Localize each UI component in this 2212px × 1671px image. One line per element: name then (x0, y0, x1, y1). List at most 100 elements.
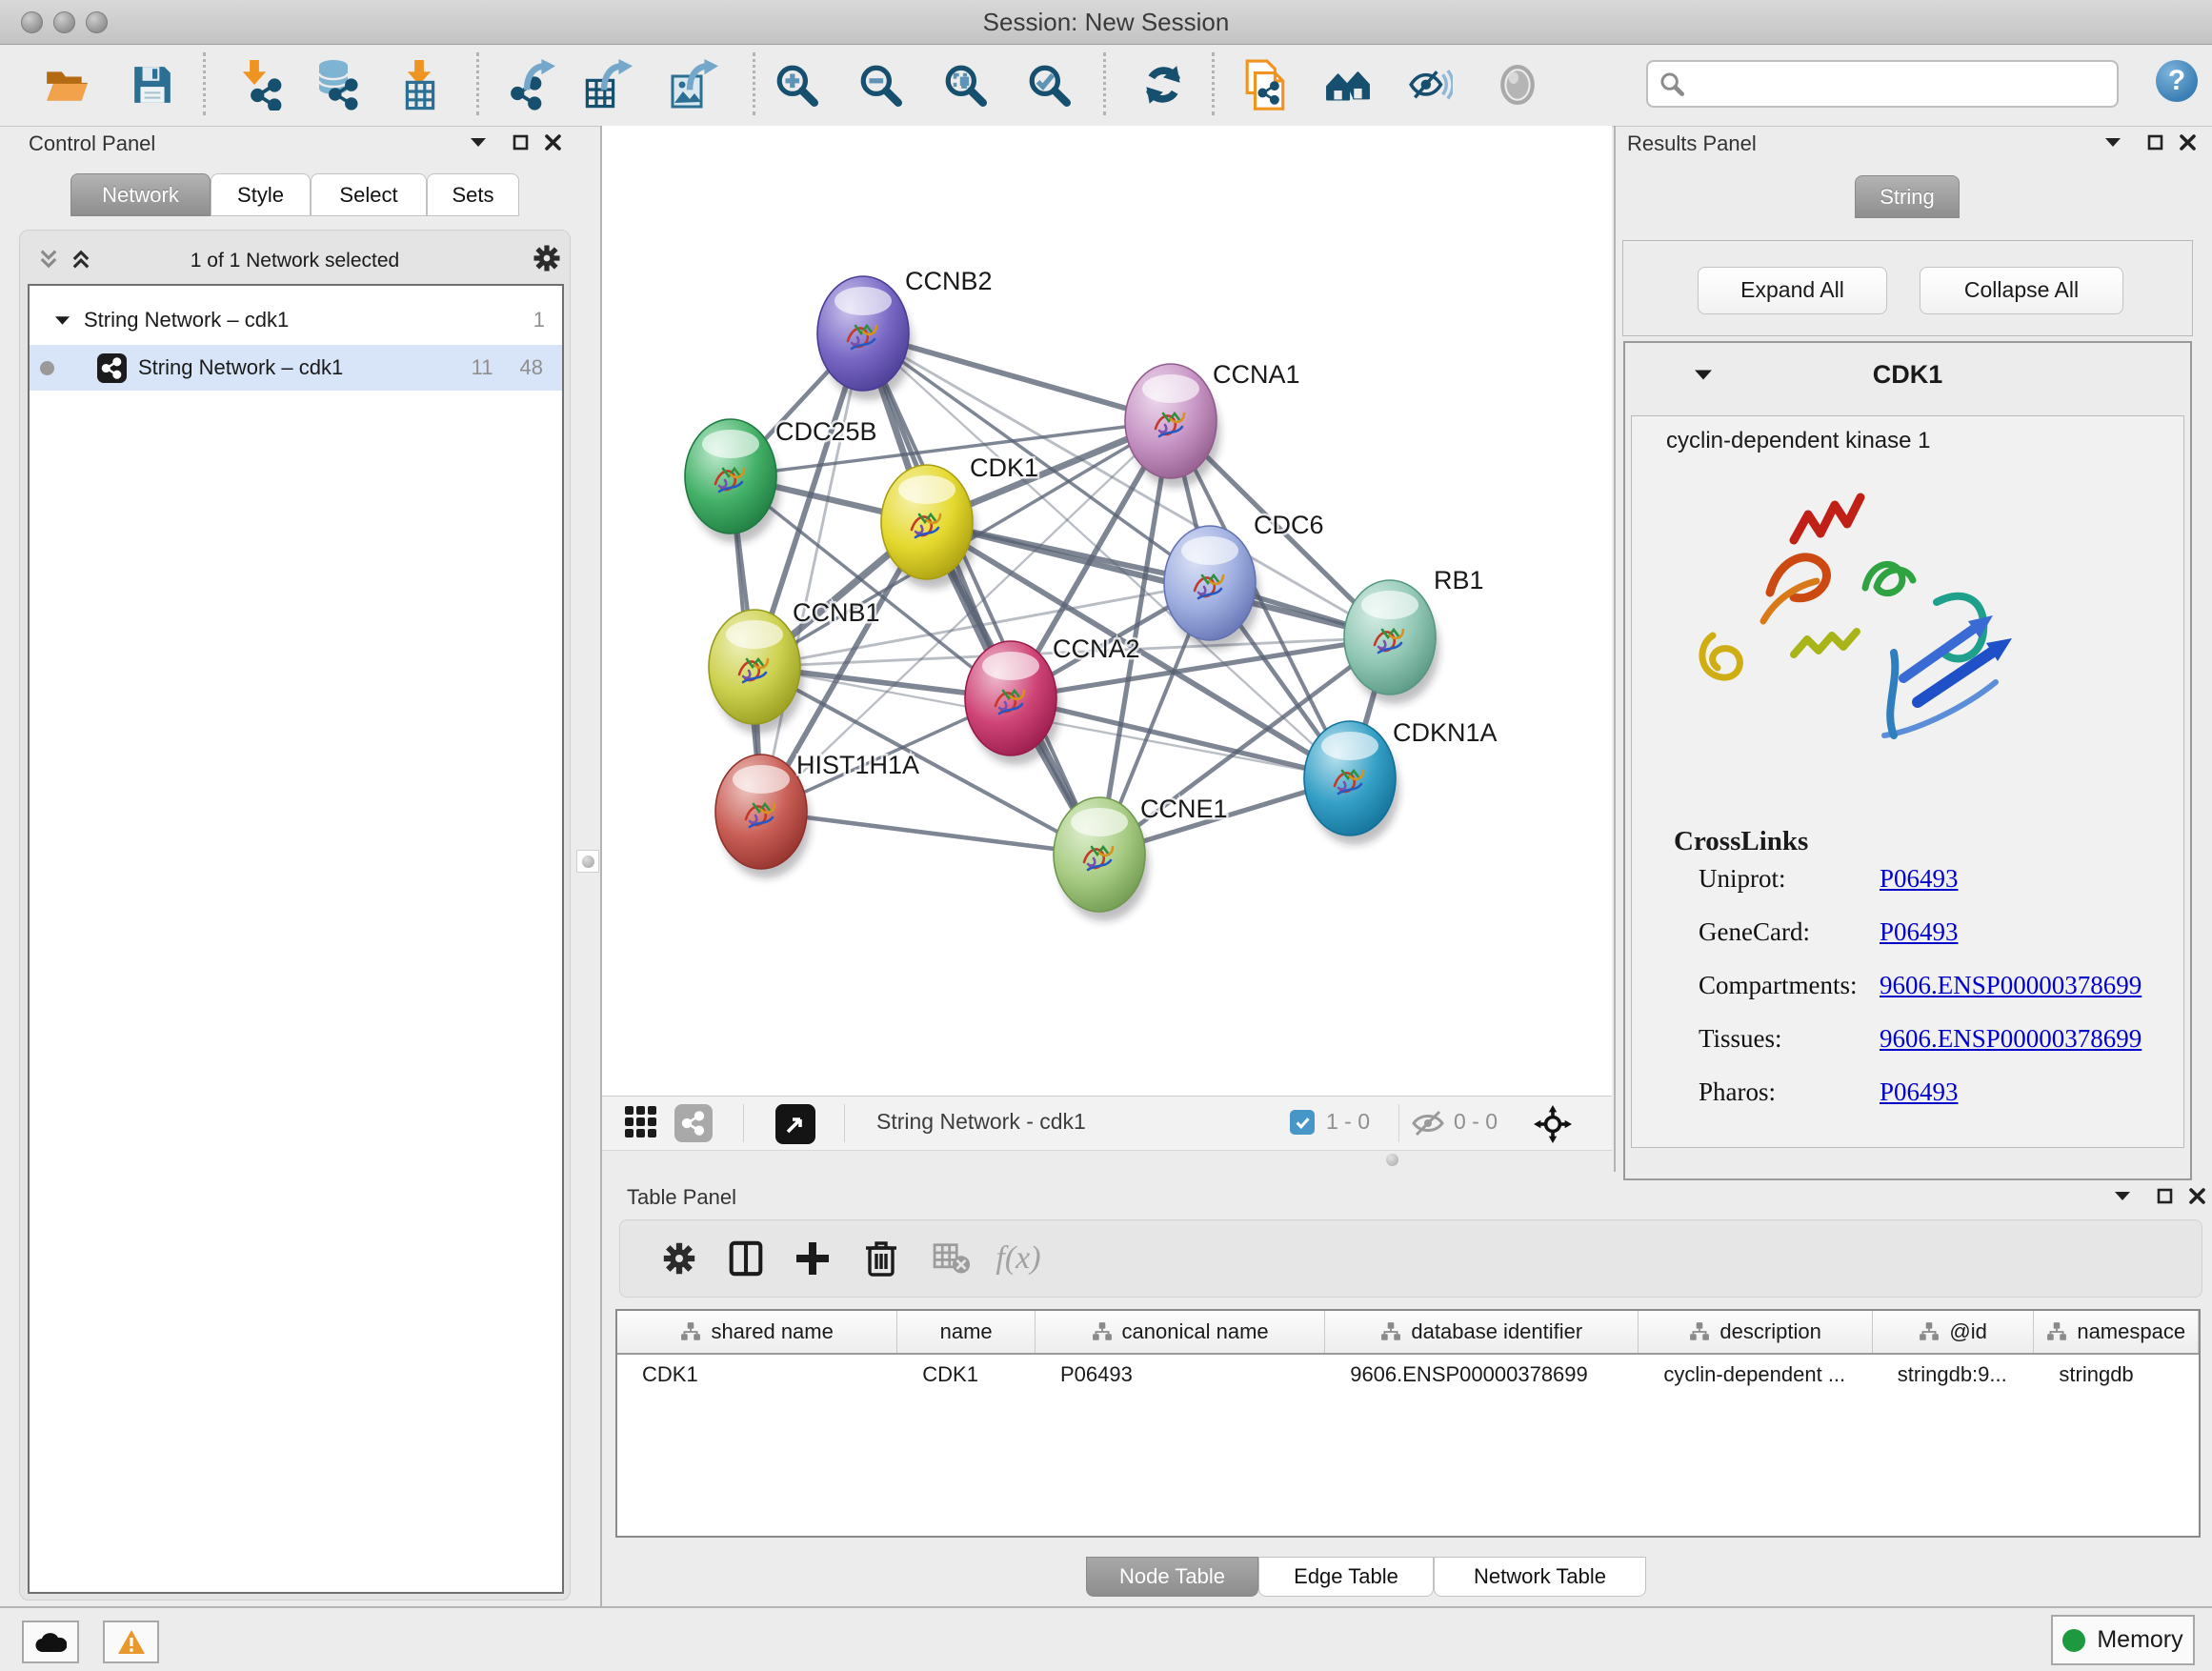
float-panel-icon[interactable] (2142, 130, 2167, 154)
apply-layout-button[interactable] (1136, 56, 1191, 113)
collapse-all-button[interactable]: Collapse All (1920, 267, 2123, 314)
tab-network[interactable]: Network (70, 173, 211, 216)
table-cell[interactable]: stringdb (2034, 1362, 2199, 1387)
column-header-name[interactable]: name (897, 1311, 1036, 1353)
crosslink-value-link[interactable]: 9606.ENSP00000378699 (1880, 971, 2142, 1024)
float-panel-icon[interactable] (2152, 1183, 2177, 1208)
network-from-clipboard-button[interactable] (1238, 56, 1294, 113)
memory-button[interactable]: Memory (2051, 1615, 2195, 1665)
table-options-gear-icon[interactable] (654, 1234, 704, 1283)
string-home-button[interactable] (1320, 56, 1376, 113)
birdseye-toggle-icon[interactable] (775, 1104, 815, 1144)
network-edge[interactable] (761, 333, 863, 812)
network-edge[interactable] (761, 812, 1099, 855)
share-mode-icon[interactable] (674, 1104, 713, 1142)
tab-style[interactable]: Style (211, 173, 311, 216)
pan-crosshair-icon[interactable] (1534, 1105, 1572, 1143)
tab-node-table[interactable]: Node Table (1086, 1557, 1258, 1597)
zoom-out-button[interactable] (853, 56, 908, 113)
export-table-button[interactable] (581, 56, 636, 113)
network-node-RB1[interactable]: RB1 (1344, 566, 1484, 704)
export-network-button[interactable] (506, 56, 561, 113)
delete-table-icon[interactable] (927, 1234, 976, 1283)
network-node-CCNB2[interactable]: CCNB2 (817, 267, 993, 400)
table-cell[interactable]: CDK1 (617, 1362, 897, 1387)
network-edge[interactable] (927, 522, 1390, 637)
import-table-from-file-button[interactable] (393, 56, 449, 113)
network-options-gear-icon[interactable] (533, 244, 561, 277)
network-node-CDKN1A[interactable]: CDKN1A (1304, 718, 1498, 845)
network-node-HIST1H1A[interactable]: HIST1H1A (715, 751, 919, 878)
table-cell[interactable]: cyclin-dependent ... (1639, 1362, 1872, 1387)
table-cell[interactable]: stringdb:9... (1873, 1362, 2035, 1387)
network-node-CCNB1[interactable]: CCNB1 (709, 598, 880, 734)
expand-all-button[interactable]: Expand All (1698, 267, 1887, 314)
cloud-button[interactable] (22, 1621, 79, 1663)
network-node-CDC6[interactable]: CDC6 (1164, 511, 1324, 650)
import-network-from-database-button[interactable] (311, 56, 366, 113)
tab-network-table[interactable]: Network Table (1434, 1557, 1646, 1597)
node-table[interactable]: shared namename canonical name database id… (615, 1309, 2201, 1538)
horizontal-splitter-handle[interactable] (1386, 1154, 1398, 1166)
column-header-namespace[interactable]: namespace (2034, 1311, 2199, 1353)
export-image-button[interactable] (667, 56, 722, 113)
right-splitter[interactable] (1614, 126, 1616, 1172)
search-input[interactable] (1646, 60, 2119, 108)
crosslink-value-link[interactable]: P06493 (1880, 1077, 1959, 1131)
close-panel-icon[interactable] (2175, 130, 2200, 154)
left-splitter-handle[interactable] (576, 850, 599, 873)
zoom-in-button[interactable] (769, 56, 824, 113)
network-collection-row[interactable]: String Network – cdk1 1 (30, 297, 562, 343)
help-button[interactable]: ? (2156, 60, 2198, 102)
column-header-shared-name[interactable]: shared name (617, 1311, 897, 1353)
column-header-canonical-name[interactable]: canonical name (1036, 1311, 1325, 1353)
column-header--id[interactable]: @id (1873, 1311, 2035, 1353)
panel-menu-icon[interactable] (466, 130, 491, 154)
tree-expander-icon[interactable] (54, 314, 70, 326)
selected-checkbox[interactable] (1290, 1110, 1315, 1135)
column-header-database-identifier[interactable]: database identifier (1325, 1311, 1639, 1353)
tab-string[interactable]: String (1855, 175, 1960, 218)
rendering-sphere-button[interactable] (1490, 56, 1545, 113)
crosslink-row: GeneCard:P06493 (1632, 917, 2183, 971)
table-cell[interactable]: 9606.ENSP00000378699 (1325, 1362, 1639, 1387)
network-row[interactable]: String Network – cdk1 11 48 (30, 345, 562, 391)
save-session-button[interactable] (125, 56, 180, 113)
grid-mode-icon[interactable] (623, 1104, 659, 1140)
crosslink-value-link[interactable]: P06493 (1880, 864, 1959, 917)
panel-menu-icon[interactable] (2110, 1183, 2135, 1208)
crosslink-row: Tissues:9606.ENSP00000378699 (1632, 1024, 2183, 1077)
network-node-CDC25B[interactable]: CDC25B (685, 417, 877, 543)
create-column-icon[interactable] (788, 1234, 837, 1283)
tab-sets[interactable]: Sets (427, 173, 519, 216)
table-cell[interactable]: P06493 (1036, 1362, 1325, 1387)
float-panel-icon[interactable] (508, 130, 533, 154)
delete-columns-icon[interactable] (856, 1234, 906, 1283)
column-header-description[interactable]: description (1639, 1311, 1872, 1353)
function-builder-icon[interactable]: f(x) (994, 1234, 1043, 1283)
import-network-from-file-button[interactable] (234, 56, 290, 113)
network-node-CCNE1[interactable]: CCNE1 (1054, 795, 1228, 921)
table-row[interactable]: CDK1CDK1P064939606.ENSP00000378699cyclin… (617, 1355, 2199, 1395)
close-panel-icon[interactable] (2184, 1183, 2209, 1208)
network-edge-count: 48 (520, 355, 543, 380)
network-node-CCNA2[interactable]: CCNA2 (965, 634, 1140, 765)
hide-graphics-details-button[interactable] (1402, 56, 1458, 113)
tab-edge-table[interactable]: Edge Table (1258, 1557, 1434, 1597)
show-columns-icon[interactable] (721, 1234, 771, 1283)
crosslink-value-link[interactable]: P06493 (1880, 917, 1959, 971)
table-cell[interactable]: CDK1 (897, 1362, 1036, 1387)
network-node-CCNA1[interactable]: CCNA1 (1125, 360, 1300, 488)
tab-select[interactable]: Select (311, 173, 427, 216)
crosslink-value-link[interactable]: 9606.ENSP00000378699 (1880, 1024, 2142, 1077)
column-label: canonical name (1122, 1319, 1269, 1344)
close-panel-icon[interactable] (540, 130, 565, 154)
open-session-button[interactable] (39, 56, 94, 113)
network-canvas[interactable]: CCNB2CCNA1CDC25BCDK1CDC6RB1CCNB1CCNA2CDK… (602, 126, 1612, 1096)
panel-menu-icon[interactable] (2101, 130, 2125, 154)
import-network-icon (238, 59, 286, 111)
network-graph[interactable]: CCNB2CCNA1CDC25BCDK1CDC6RB1CCNB1CCNA2CDK… (602, 126, 1612, 1096)
warnings-button[interactable] (103, 1621, 159, 1663)
zoom-fit-button[interactable] (937, 56, 993, 113)
zoom-selected-button[interactable] (1021, 56, 1076, 113)
